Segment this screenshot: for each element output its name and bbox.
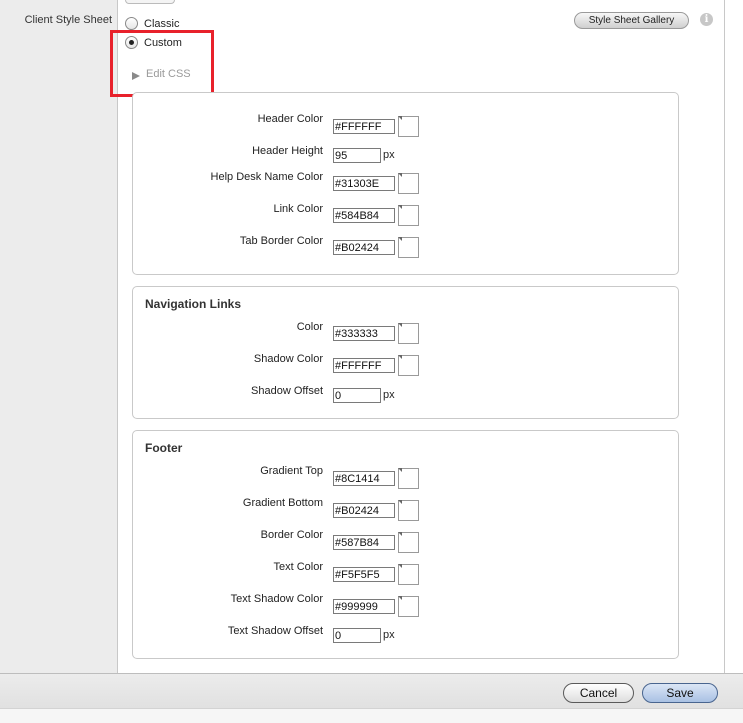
radio-label-classic: Classic [144, 17, 180, 30]
text-shadow-offset-input[interactable] [333, 628, 381, 643]
unit-label: px [383, 389, 395, 401]
field-label: Tab Border Color [239, 235, 323, 247]
edit-css-label: Edit CSS [146, 68, 191, 80]
link-color-swatch[interactable] [398, 205, 419, 226]
field-label: Border Color [260, 529, 323, 541]
cancel-button[interactable]: Cancel [563, 683, 634, 703]
highlight-box [110, 30, 214, 97]
field-label: Gradient Bottom [242, 497, 323, 509]
link-color-input[interactable] [333, 208, 395, 223]
tab-border-color-swatch[interactable] [398, 237, 419, 258]
radio-button-classic[interactable] [125, 17, 138, 30]
style-sheet-gallery-button[interactable]: Style Sheet Gallery [574, 12, 689, 29]
nav-shadow-color-swatch[interactable] [398, 355, 419, 376]
navigation-links-panel: Navigation Links Color Shadow Color Shad… [132, 286, 679, 419]
expand-triangle-icon [132, 72, 140, 80]
edit-css-toggle[interactable]: Edit CSS [132, 68, 191, 80]
gradient-bottom-swatch[interactable] [398, 500, 419, 521]
client-style-sheet-label: Client Style Sheet [24, 14, 112, 26]
field-label: Color [296, 321, 323, 333]
top-tab [125, 0, 175, 4]
field-label: Header Color [257, 113, 323, 125]
field-label: Text Shadow Offset [227, 625, 323, 637]
help-desk-name-color-swatch[interactable] [398, 173, 419, 194]
nav-shadow-offset-input[interactable] [333, 388, 381, 403]
footer-panel: Footer Gradient Top Gradient Bottom Bord… [132, 430, 679, 659]
field-label: Shadow Color [253, 353, 323, 365]
field-label: Header Height [252, 145, 323, 157]
field-label: Help Desk Name Color [210, 171, 323, 183]
gradient-top-swatch[interactable] [398, 468, 419, 489]
scrollbar-track[interactable] [724, 0, 743, 673]
header-height-input[interactable] [333, 148, 381, 163]
dialog-footer: Cancel Save [0, 673, 743, 723]
unit-label: px [383, 629, 395, 641]
border-color-swatch[interactable] [398, 532, 419, 553]
nav-color-swatch[interactable] [398, 323, 419, 344]
header-panel: Header Color Header Height px Help Desk … [132, 92, 679, 275]
bottom-strip [0, 708, 743, 723]
border-color-input[interactable] [333, 535, 395, 550]
field-label: Link Color [273, 203, 323, 215]
nav-color-input[interactable] [333, 326, 395, 341]
unit-label: px [383, 149, 395, 161]
info-icon[interactable]: i [700, 13, 713, 26]
field-label: Gradient Top [260, 465, 323, 477]
tab-border-color-input[interactable] [333, 240, 395, 255]
text-color-swatch[interactable] [398, 564, 419, 585]
text-color-input[interactable] [333, 567, 395, 582]
panel-title: Footer [145, 441, 183, 455]
header-color-swatch[interactable] [398, 116, 419, 137]
field-label: Text Shadow Color [230, 593, 323, 605]
help-desk-name-color-input[interactable] [333, 176, 395, 191]
gradient-bottom-input[interactable] [333, 503, 395, 518]
text-shadow-color-swatch[interactable] [398, 596, 419, 617]
panel-title: Navigation Links [145, 297, 242, 311]
save-button[interactable]: Save [642, 683, 718, 703]
label-column: Client Style Sheet [0, 0, 118, 673]
header-color-input[interactable] [333, 119, 395, 134]
text-shadow-color-input[interactable] [333, 599, 395, 614]
nav-shadow-color-input[interactable] [333, 358, 395, 373]
radio-classic[interactable]: Classic [125, 17, 179, 30]
field-label: Shadow Offset [251, 385, 323, 397]
gradient-top-input[interactable] [333, 471, 395, 486]
field-label: Text Color [273, 561, 323, 573]
